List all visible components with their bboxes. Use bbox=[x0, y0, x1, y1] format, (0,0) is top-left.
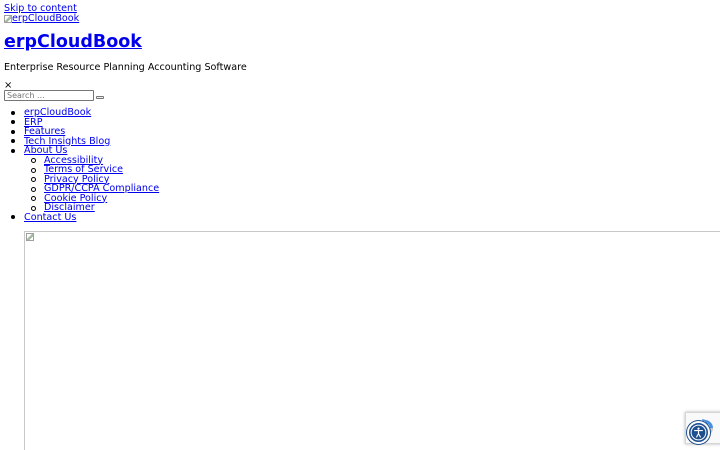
submenu-item-disclaimer: Disclaimer bbox=[31, 203, 720, 213]
main-menu: erpCloudBook ERP Features Tech Insights … bbox=[0, 108, 720, 222]
logo-link[interactable]: erpCloudBook bbox=[4, 13, 79, 24]
site-title-link[interactable]: erpCloudBook bbox=[4, 32, 142, 52]
menu-item-tech-insights-blog: Tech Insights Blog bbox=[11, 136, 720, 147]
submenu-item-terms-of-service: Terms of Service bbox=[31, 165, 720, 175]
submenu-item-accessibility: Accessibility bbox=[31, 155, 720, 166]
menu-item-erpcloudbook: erpCloudBook bbox=[11, 108, 720, 118]
menu-item-erp: ERP bbox=[11, 117, 720, 128]
hero-broken-image-icon bbox=[26, 233, 34, 241]
about-us-submenu: Accessibility Terms of Service Privacy P… bbox=[24, 155, 720, 213]
site-description: Enterprise Resource Planning Accounting … bbox=[4, 62, 247, 73]
site-title-heading: erpCloudBook bbox=[4, 32, 142, 53]
hero-image-placeholder bbox=[24, 231, 720, 450]
search-input[interactable] bbox=[4, 90, 94, 101]
accessibility-icon bbox=[690, 424, 707, 441]
submenu-item-gdpr-ccpa: GDPR/CCPA Compliance bbox=[31, 184, 720, 194]
submenu-item-cookie-policy: Cookie Policy bbox=[31, 193, 720, 204]
menu-item-about-us: About Us Accessibility Terms of Service … bbox=[11, 146, 720, 213]
menu-item-features: Features bbox=[11, 127, 720, 137]
logo-broken-image-icon bbox=[4, 14, 12, 23]
search-submit-button[interactable] bbox=[96, 96, 104, 99]
menu-item-contact-us: Contact Us bbox=[11, 212, 720, 223]
accessibility-button[interactable] bbox=[687, 421, 710, 444]
menu-link-contact-us[interactable]: Contact Us bbox=[24, 212, 76, 223]
logo-alt-text: erpCloudBook bbox=[12, 13, 80, 24]
